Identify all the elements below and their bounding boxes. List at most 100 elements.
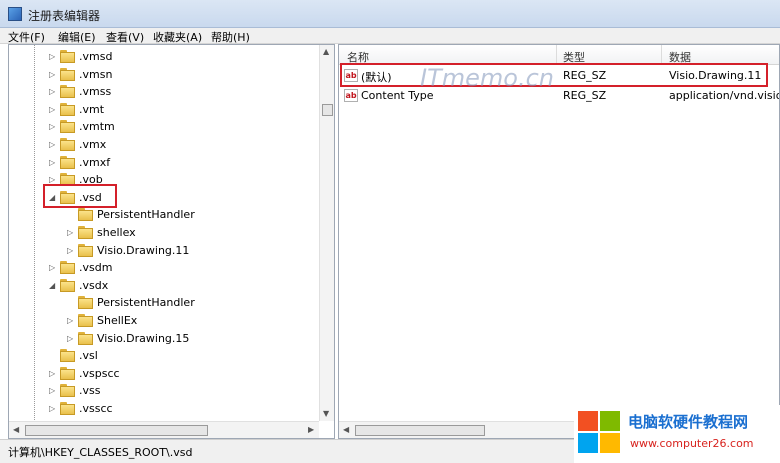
tree-item-label: shellex [97,226,136,239]
scroll-left-arrow-icon[interactable]: ◀ [343,425,349,435]
regedit-app-icon [8,7,22,21]
collapse-arrow-icon[interactable]: ◢ [49,281,57,291]
tree-vertical-scroll-thumb[interactable] [322,104,333,116]
tree-item[interactable]: ▷ .vsscc [9,400,319,418]
tree-item-label: .vsdx [79,278,109,292]
tree-item-label: .vmt [79,102,105,116]
tree-item-label: .vsscc [79,402,113,415]
tree-horizontal-scroll-thumb[interactable] [25,425,208,436]
tree-item-label: ShellEx [97,314,138,327]
tree-item[interactable]: ▷ .vspscc [9,365,319,383]
tree-item-label: .vmxf [79,155,111,169]
scroll-left-arrow-icon[interactable]: ◀ [13,425,19,435]
tree-item-label: .vss [79,384,101,398]
menu-bar: 文件(F) 编辑(E) 查看(V) 收藏夹(A) 帮助(H) [0,28,780,44]
tree-item-label: .vmx [79,138,107,151]
tree-item-label: .vmsn [79,67,113,81]
tree-item[interactable]: ▷ .vmss [9,83,319,101]
value-row-content-type[interactable]: ab Content Type REG_SZ application/vnd.v… [339,87,779,105]
folder-icon [60,349,75,363]
tree-item[interactable]: ▷ .vmxf [9,154,319,172]
expand-arrow-icon[interactable]: ▷ [49,386,57,396]
folder-icon [60,366,75,380]
folder-icon [60,155,75,169]
folder-icon [60,261,75,275]
tree-item[interactable]: ▷ Visio.Drawing.15 [9,330,319,348]
expand-arrow-icon[interactable]: ▷ [49,140,57,150]
default-value-highlight-box [340,63,768,87]
tree-horizontal-scrollbar[interactable]: ◀ ▶ [9,421,319,438]
tree-item-label: .vmsd [79,50,113,63]
logo-brand-text: 电脑软硬件教程网 [628,413,749,431]
expand-arrow-icon[interactable]: ▷ [67,228,75,238]
folder-icon [60,102,75,116]
folder-icon [60,402,75,415]
tree-item[interactable]: ▷ shellex [9,224,319,242]
value-type: REG_SZ [563,89,607,102]
window-title: 注册表编辑器 [28,9,101,23]
value-data: application/vnd.visio [669,89,780,102]
folder-icon [78,296,93,310]
menu-edit[interactable]: 编辑(E) [58,29,96,45]
tree-item[interactable]: ▷ .vmt [9,101,319,119]
scroll-down-arrow-icon[interactable]: ▼ [323,409,329,419]
tree-item[interactable]: ▷ .vmsn [9,66,319,84]
tree-item[interactable]: ▷ .vss [9,382,319,400]
registry-value-list[interactable]: 名称 类型 数据 ab (默认) REG_SZ Visio.Drawing.11… [338,44,780,439]
tree-item-label: PersistentHandler [97,208,195,222]
expand-arrow-icon[interactable]: ▷ [67,246,75,256]
folder-icon [78,208,93,222]
expand-arrow-icon[interactable]: ▷ [49,122,57,132]
tree-item-label: .vmtm [79,120,115,134]
expand-arrow-icon[interactable]: ▷ [49,87,57,97]
windows-flag-icon [578,411,622,455]
folder-icon [60,120,75,134]
tree-item[interactable]: ▷ .vmsd [9,48,319,66]
menu-favorites[interactable]: 收藏夹(A) [153,29,202,45]
expand-arrow-icon[interactable]: ▷ [67,316,75,326]
list-horizontal-scroll-thumb[interactable] [355,425,485,436]
folder-icon [78,331,93,345]
logo-url-text: www.computer26.com [630,437,754,450]
title-bar: 注册表编辑器 [0,0,780,28]
tree-item[interactable]: ▷ .vmtm [9,118,319,136]
tree-item[interactable]: ▷ ShellEx [9,312,319,330]
expand-arrow-icon[interactable]: ▷ [49,404,57,414]
menu-file[interactable]: 文件(F) [8,29,45,45]
expand-arrow-icon[interactable]: ▷ [49,70,57,80]
tree-vertical-scrollbar[interactable]: ▲ ▼ [319,45,334,421]
folder-icon [78,243,93,257]
tree-item-label: .vmss [79,85,112,99]
folder-icon [60,278,75,292]
tree-item[interactable]: ▷ .vmx [9,136,319,154]
tree-item[interactable]: ▷ .vsdm [9,259,319,277]
menu-help[interactable]: 帮助(H) [211,29,250,45]
scroll-right-arrow-icon[interactable]: ▶ [308,425,314,435]
expand-arrow-icon[interactable]: ▷ [49,52,57,62]
folder-icon [78,226,93,239]
tree-item-label: Visio.Drawing.15 [97,331,190,345]
tree-item[interactable]: ▷ Visio.Drawing.11 [9,242,319,260]
expand-arrow-icon[interactable]: ▷ [49,105,57,115]
string-value-icon: ab [344,89,358,102]
tree-item[interactable]: .vsl [9,347,319,365]
folder-icon [60,85,75,99]
list-header: 名称 类型 数据 [339,45,779,65]
tree-item-label: .vspscc [79,366,120,380]
folder-icon [60,384,75,398]
expand-arrow-icon[interactable]: ▷ [67,334,75,344]
site-logo: 电脑软硬件教程网 www.computer26.com [574,405,780,463]
folder-icon [78,314,93,327]
scroll-up-arrow-icon[interactable]: ▲ [323,47,329,57]
tree-item[interactable]: ◢ .vsdx [9,277,319,295]
expand-arrow-icon[interactable]: ▷ [49,263,57,273]
menu-view[interactable]: 查看(V) [106,29,144,45]
tree-item[interactable]: PersistentHandler [9,294,319,312]
tree-item-label: .vsl [79,349,98,363]
tree-item-label: .vsdm [79,261,113,275]
registry-key-tree[interactable]: ▲ ▼ ◀ ▶ ▷ .vmsd ▷ .vmsn ▷ .vmss ▷ .vmt ▷ .vmtm ▷ .v… [8,44,335,439]
expand-arrow-icon[interactable]: ▷ [49,369,57,379]
expand-arrow-icon[interactable]: ▷ [49,158,57,168]
status-key-path: 计算机\HKEY_CLASSES_ROOT\.vsd [8,446,193,459]
tree-item[interactable]: PersistentHandler [9,206,319,224]
